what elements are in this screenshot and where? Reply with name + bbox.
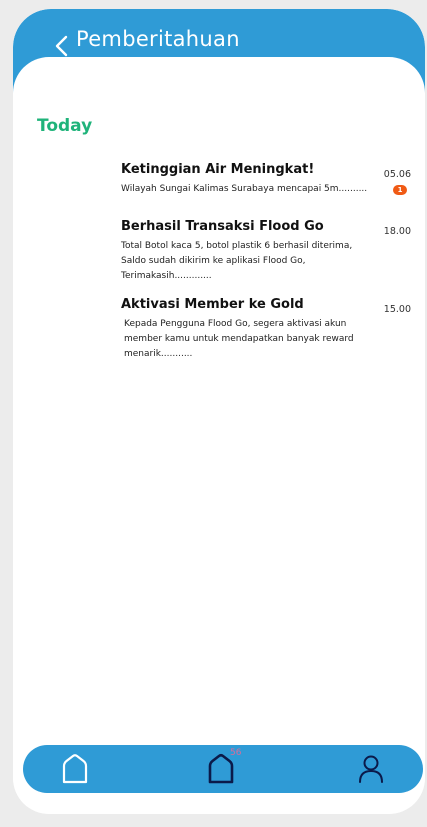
page-title: Pemberitahuan xyxy=(76,27,240,51)
notification-time: 05.06 xyxy=(383,169,411,180)
notification-title: Aktivasi Member ke Gold xyxy=(121,297,304,312)
user-icon xyxy=(359,755,383,783)
nav-home-button[interactable] xyxy=(57,751,93,787)
notification-item[interactable]: Aktivasi Member ke Gold Kepada Pengguna … xyxy=(121,297,411,362)
notification-item[interactable]: Ketinggian Air Meningkat! Wilayah Sungai… xyxy=(121,162,411,197)
chevron-left-icon[interactable] xyxy=(53,34,71,58)
unread-badge: 1 xyxy=(393,185,407,195)
notification-count: 56 xyxy=(230,748,242,758)
nav-profile-button[interactable] xyxy=(353,751,389,787)
notification-body: Kepada Pengguna Flood Go, segera aktivas… xyxy=(124,319,354,359)
bottom-nav-bar: 56 xyxy=(23,745,423,793)
phone-screen: Pemberitahuan Today Ketinggian Air Menin… xyxy=(13,9,425,814)
section-label-today: Today xyxy=(37,116,93,136)
home-icon xyxy=(62,754,88,784)
notification-body: Total Botol kaca 5, botol plastik 6 berh… xyxy=(121,241,353,281)
notification-title: Ketinggian Air Meningkat! xyxy=(121,162,315,177)
notification-time: 15.00 xyxy=(383,304,411,315)
notification-title: Berhasil Transaksi Flood Go xyxy=(121,219,324,234)
notification-body: Wilayah Sungai Kalimas Surabaya mencapai… xyxy=(121,184,368,194)
notification-item[interactable]: Berhasil Transaksi Flood Go Total Botol … xyxy=(121,219,411,284)
notification-time: 18.00 xyxy=(383,226,411,237)
